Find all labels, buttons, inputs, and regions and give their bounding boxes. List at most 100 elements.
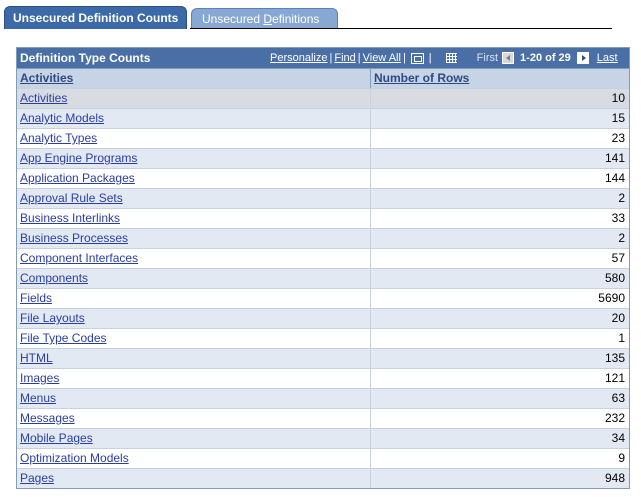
row-link[interactable]: Analytic Models [20, 111, 104, 125]
personalize-link[interactable]: Personalize [270, 52, 327, 64]
table-cell-name: Components [17, 269, 371, 288]
table-row: Analytic Types 23 [17, 128, 629, 148]
table-row: File Layouts 20 [17, 308, 629, 328]
sort-activities-link[interactable]: Activities [20, 71, 73, 85]
row-link[interactable]: Mobile Pages [20, 431, 93, 445]
table-cell-count: 141 [604, 151, 625, 165]
table-row: Components 580 [17, 268, 629, 288]
table-cell-name: File Type Codes [17, 329, 371, 348]
view-all-link[interactable]: View All [363, 52, 401, 64]
table-row: Images 121 [17, 368, 629, 388]
row-link[interactable]: Messages [20, 411, 75, 425]
table-cell-count: 2 [618, 191, 625, 205]
row-link[interactable]: Business Interlinks [20, 211, 120, 225]
row-link[interactable]: Analytic Types [20, 131, 97, 145]
table-row: Pages 948 [17, 468, 629, 488]
table-cell-count: 20 [611, 311, 625, 325]
first-label: First [476, 52, 499, 64]
row-link[interactable]: Optimization Models [20, 451, 129, 465]
row-range: 1-20 of 29 [520, 52, 571, 64]
table-row: Component Interfaces 57 [17, 248, 629, 268]
table-cell-count: 34 [611, 431, 625, 445]
row-link[interactable]: HTML [20, 351, 53, 365]
nav-separator: | [428, 52, 432, 64]
table-cell-name: Activities [17, 89, 371, 108]
table-cell-count: 9 [618, 451, 625, 465]
find-link[interactable]: Find [334, 52, 355, 64]
row-link[interactable]: Activities [20, 91, 67, 105]
next-arrow-icon[interactable] [576, 52, 589, 64]
table-row: Optimization Models 9 [17, 448, 629, 468]
table-cell-name: Fields [17, 289, 371, 308]
table-cell-count: 121 [604, 371, 625, 385]
table-row: Analytic Models 15 [17, 108, 629, 128]
table-cell-count: 144 [604, 171, 625, 185]
table-row: Messages 232 [17, 408, 629, 428]
table-cell-count: 580 [604, 271, 625, 285]
sort-number-of-rows-link[interactable]: Number of Rows [374, 71, 469, 85]
table-cell-count: 33 [611, 211, 625, 225]
table-cell-name: Mobile Pages [17, 429, 371, 448]
table-cell-name: Business Processes [17, 229, 371, 248]
table-cell-name: HTML [17, 349, 371, 368]
table-row: Mobile Pages 34 [17, 428, 629, 448]
row-link[interactable]: Pages [20, 471, 54, 485]
tab-bar: Unsecured Definition Counts Unsecured De… [4, 6, 342, 29]
table-cell-name: Pages [17, 469, 371, 488]
row-link[interactable]: Components [20, 271, 88, 285]
definition-type-counts-grid: Definition Type Counts Personalize | Fin… [16, 47, 630, 489]
table-cell-count: 23 [611, 131, 625, 145]
table-row: Activities 10 [17, 88, 629, 108]
row-link[interactable]: Menus [20, 391, 56, 405]
row-link[interactable]: File Layouts [20, 311, 85, 325]
previous-arrow-icon [502, 52, 515, 64]
table-cell-count: 10 [611, 91, 625, 105]
grid-navigation: Personalize | Find | View All | | First … [270, 48, 618, 68]
table-cell-count: 5690 [598, 291, 625, 305]
table-cell-count: 135 [604, 351, 625, 365]
table-row: Application Packages 144 [17, 168, 629, 188]
nav-separator: | [402, 52, 406, 64]
nav-separator: | [357, 52, 361, 64]
table-row: App Engine Programs 141 [17, 148, 629, 168]
table-cell-count: 2 [618, 231, 625, 245]
table-cell-name: Analytic Models [17, 109, 371, 128]
table-row: HTML 135 [17, 348, 629, 368]
table-cell-name: Component Interfaces [17, 249, 371, 268]
table-cell-name: Business Interlinks [17, 209, 371, 228]
new-window-icon[interactable] [410, 52, 424, 64]
last-link[interactable]: Last [597, 52, 618, 64]
table-cell-name: Images [17, 369, 371, 388]
table-row: Business Interlinks 33 [17, 208, 629, 228]
table-row: Business Processes 2 [17, 228, 629, 248]
tab-label-pre: Unsecured [202, 12, 264, 26]
table-row: Menus 63 [17, 388, 629, 408]
row-link[interactable]: Component Interfaces [20, 251, 138, 265]
table-cell-name: Application Packages [17, 169, 371, 188]
row-link[interactable]: App Engine Programs [20, 151, 137, 165]
table-cell-name: File Layouts [17, 309, 371, 328]
table-row: Approval Rule Sets 2 [17, 188, 629, 208]
grid-header: Definition Type Counts Personalize | Fin… [17, 48, 629, 68]
row-link[interactable]: File Type Codes [20, 331, 107, 345]
table-row: Fields 5690 [17, 288, 629, 308]
table-cell-name: Analytic Types [17, 129, 371, 148]
table-cell-count: 63 [611, 391, 625, 405]
row-link[interactable]: Images [20, 371, 59, 385]
column-header-activities: Activities [17, 69, 371, 88]
row-link[interactable]: Application Packages [20, 171, 135, 185]
page: Unsecured Definition Counts Unsecured De… [0, 0, 641, 497]
download-spreadsheet-icon[interactable] [445, 53, 457, 63]
table-cell-count: 232 [604, 411, 625, 425]
table-cell-count: 1 [618, 331, 625, 345]
row-link[interactable]: Business Processes [20, 231, 128, 245]
tab-unsecured-definition-counts[interactable]: Unsecured Definition Counts [4, 6, 187, 29]
table-cell-name: Optimization Models [17, 449, 371, 468]
row-link[interactable]: Fields [20, 291, 52, 305]
tab-unsecured-definitions[interactable]: Unsecured Definitions [191, 8, 338, 29]
column-header-row: Activities Number of Rows [17, 68, 629, 88]
table-cell-count: 15 [611, 111, 625, 125]
nav-separator: | [329, 52, 333, 64]
grid-title: Definition Type Counts [20, 51, 151, 65]
row-link[interactable]: Approval Rule Sets [20, 191, 123, 205]
